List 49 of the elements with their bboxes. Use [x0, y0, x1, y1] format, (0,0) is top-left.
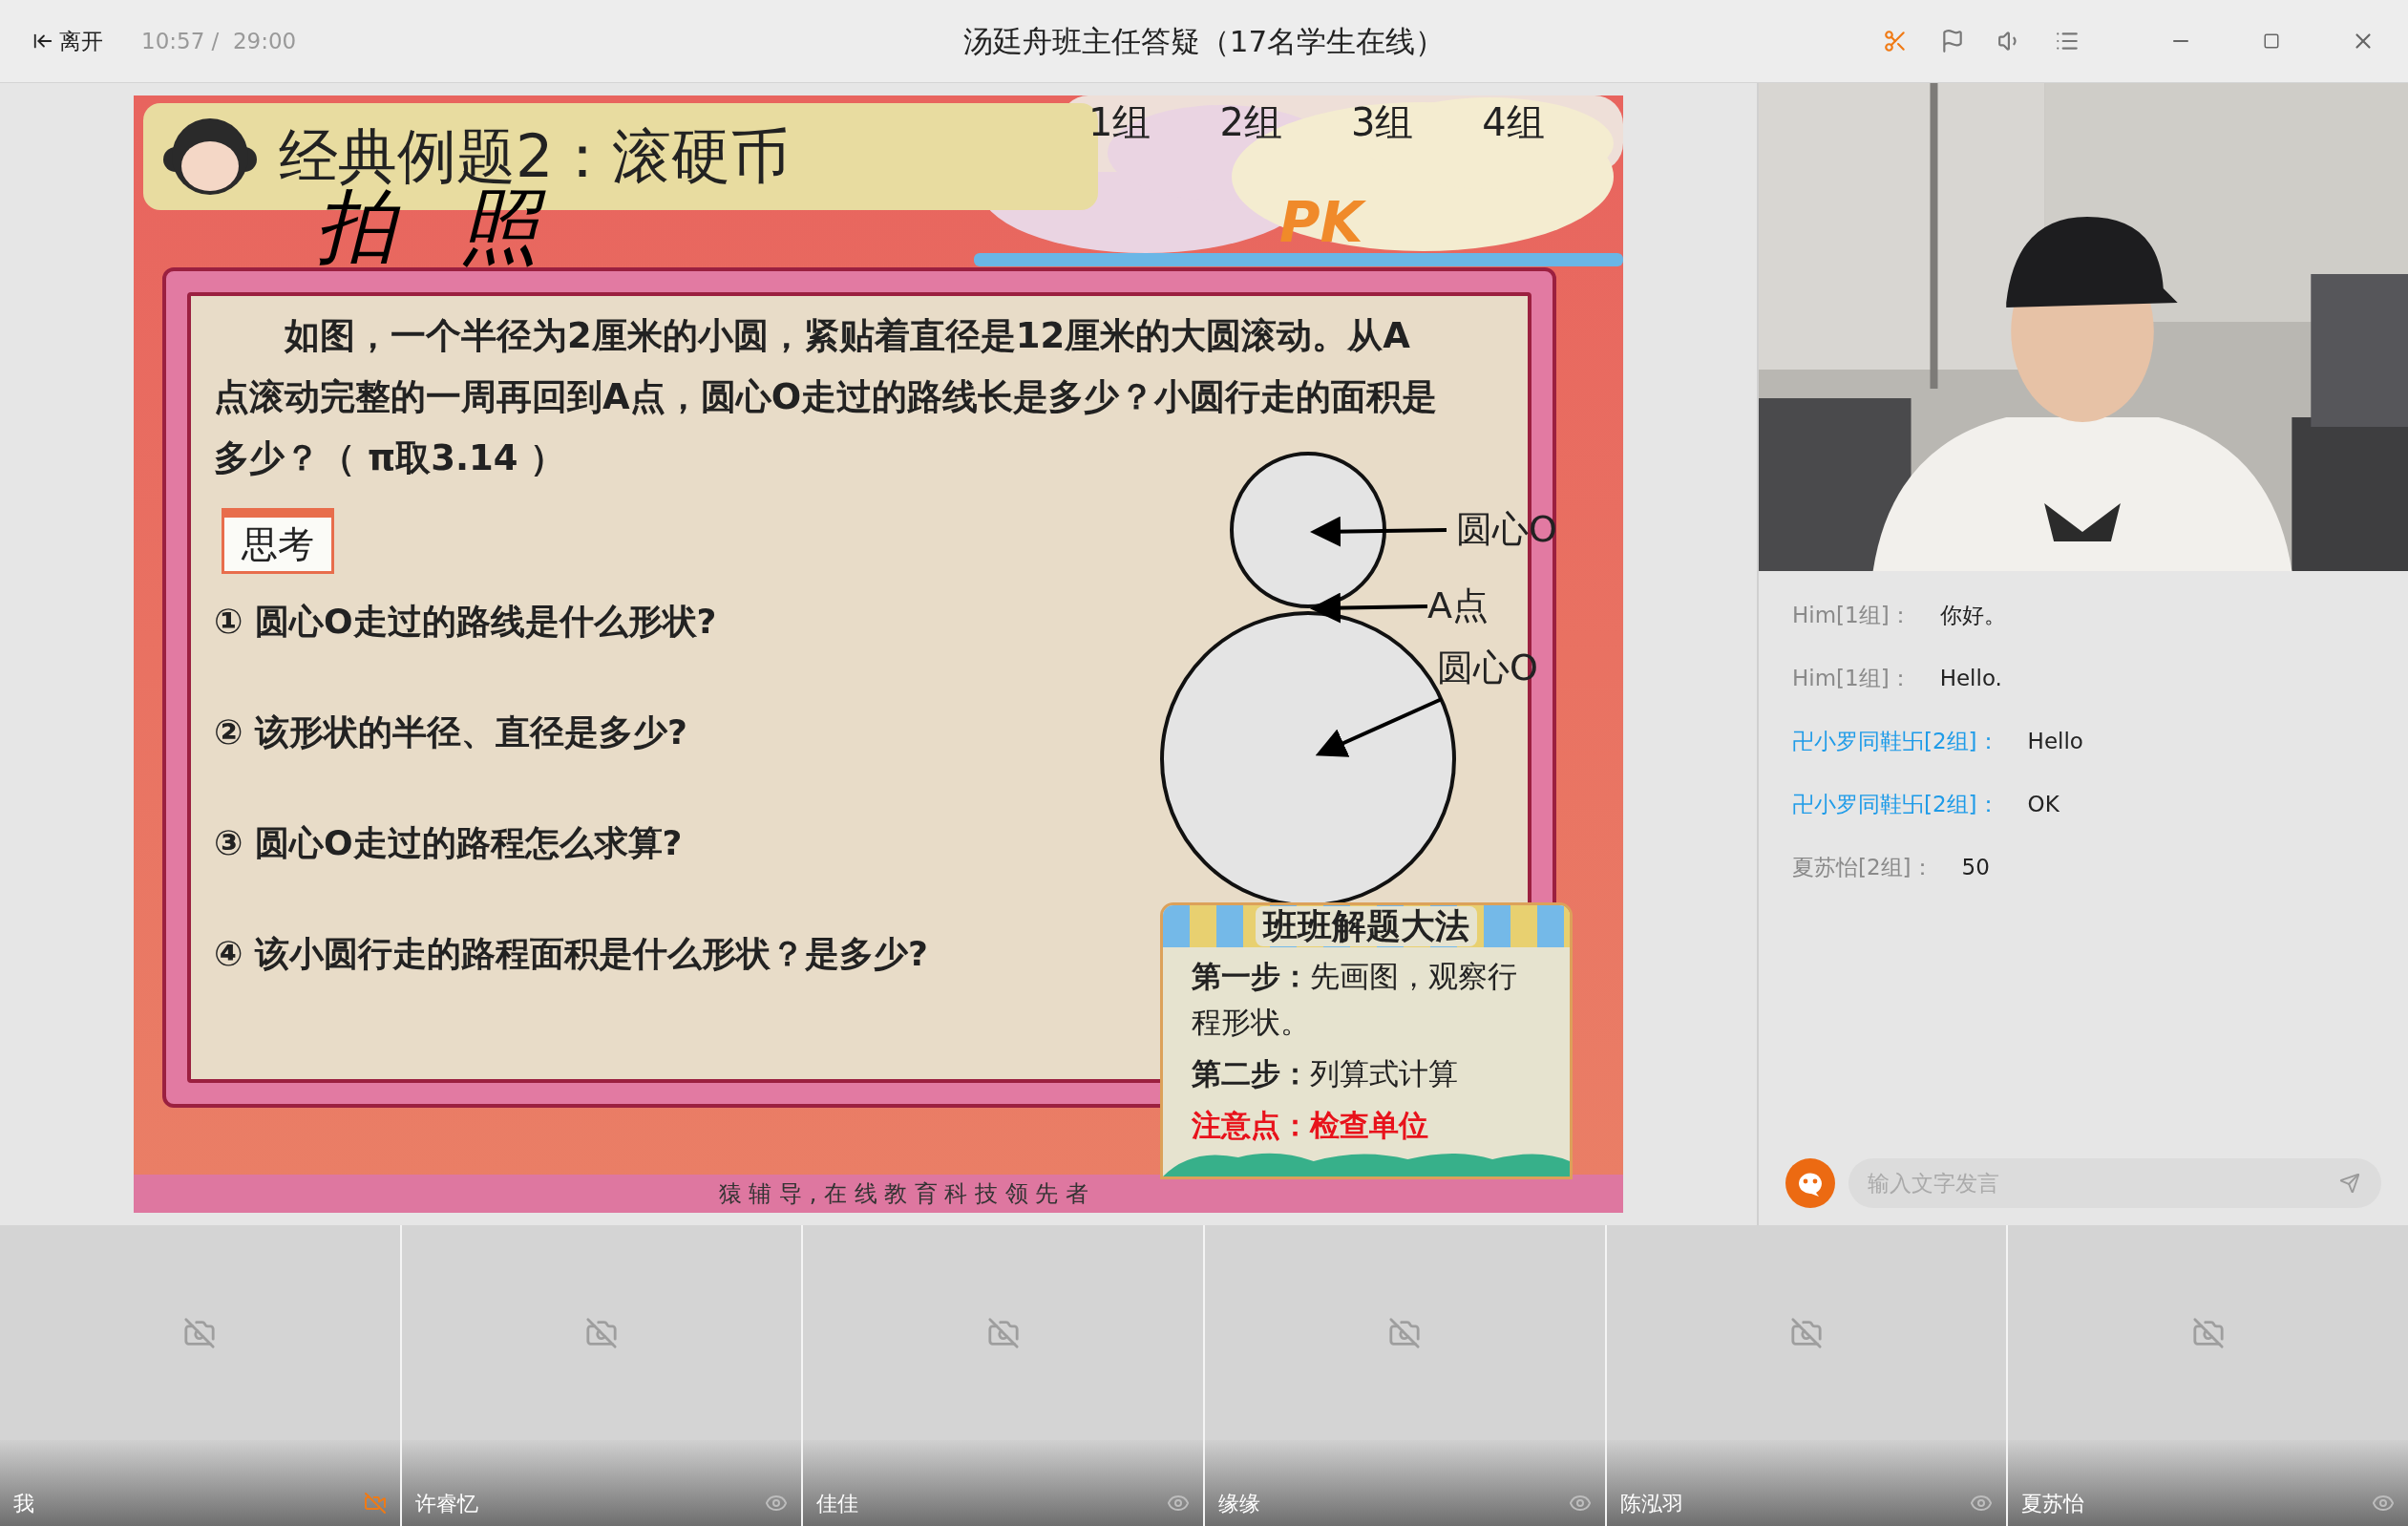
leave-button[interactable]: 离开 — [32, 24, 103, 58]
maximize-icon[interactable] — [2263, 32, 2280, 50]
question-text: ③ 圆心O走过的路程怎么求算? — [214, 822, 683, 864]
chat-message: 你好。 — [1939, 602, 2006, 629]
chat-message: Hello — [2027, 728, 2083, 755]
chat-sender: 卍小罗同鞋卐[2组]： — [1792, 728, 1999, 755]
camera-off-icon — [585, 1316, 618, 1349]
camera-off-icon[interactable] — [363, 1492, 387, 1515]
group-label: 3组 — [1350, 103, 1414, 141]
think-label: 思考 — [222, 508, 334, 574]
chat-sender: Him[1组]： — [1792, 665, 1912, 692]
student-name: 夏苏怡 — [2021, 1494, 2085, 1515]
playback-time: 10:57 / 29:00 — [141, 27, 297, 55]
group-label: 1组 — [1088, 103, 1151, 141]
question-text: ④ 该小圆行走的路程面积是什么形状？是多少? — [214, 933, 928, 975]
problem-text: 如图，一个半径为2厘米的小圆，紧贴着直径是12厘米的大圆滚动。从A点滚动完整的一周再回到A点，圆心O走过的路线长是多少？小圆行走的面积是多少？（ π取3.14 ） — [214, 314, 1439, 480]
camera-off-icon — [1790, 1316, 1823, 1349]
handwritten-note: 拍 照 — [315, 186, 559, 266]
chat-message: Hello. — [1939, 665, 2002, 692]
chat-message: 50 — [1961, 854, 1990, 881]
send-icon[interactable] — [2339, 1173, 2360, 1194]
student-name: 陈泓羽 — [1619, 1494, 1683, 1515]
method-step: 第二步：列算式计算 — [1192, 1050, 1541, 1096]
camera-off-icon — [2191, 1316, 2225, 1349]
scissors-icon[interactable] — [1883, 29, 1908, 53]
chat-sender: Him[1组]： — [1792, 602, 1912, 629]
student-name: 我 — [13, 1494, 34, 1515]
slide-title: 经典例题2：滚硬币 — [279, 127, 791, 186]
group-label: 2组 — [1219, 103, 1282, 141]
method-step: 注意点：检查单位 — [1192, 1102, 1541, 1148]
question-text: ① 圆心O走过的路线是什么形状? — [214, 601, 717, 643]
camera-off-icon — [1388, 1316, 1422, 1349]
chat-message: OK — [2027, 791, 2059, 818]
question-text: ② 该形状的半径、直径是多少? — [214, 711, 687, 753]
diagram-label: A点 — [1427, 587, 1489, 624]
flag-icon[interactable] — [1940, 29, 1965, 53]
method-title: 班班解题大法 — [1256, 906, 1477, 946]
student-name: 许睿忆 — [414, 1494, 478, 1515]
camera-off-icon — [183, 1316, 217, 1349]
group-label: 4组 — [1482, 103, 1545, 141]
chat-sender: 卍小罗同鞋卐[2组]： — [1792, 791, 1999, 818]
student-name: 佳佳 — [816, 1494, 859, 1515]
footer-text: 猿 辅 导 , 在 线 教 育 科 技 领 先 者 — [718, 1179, 1088, 1209]
chat-bubble-icon — [1785, 1158, 1835, 1208]
chat-sender: 夏苏怡[2组]： — [1792, 854, 1933, 881]
method-step: 第一步：先画图，观察行程形状。 — [1192, 953, 1541, 1045]
camera-off-icon — [986, 1316, 1020, 1349]
window-title: 汤廷舟班主任答疑（17名学生在线） — [962, 22, 1446, 60]
student-name: 缘缘 — [1218, 1494, 1260, 1515]
